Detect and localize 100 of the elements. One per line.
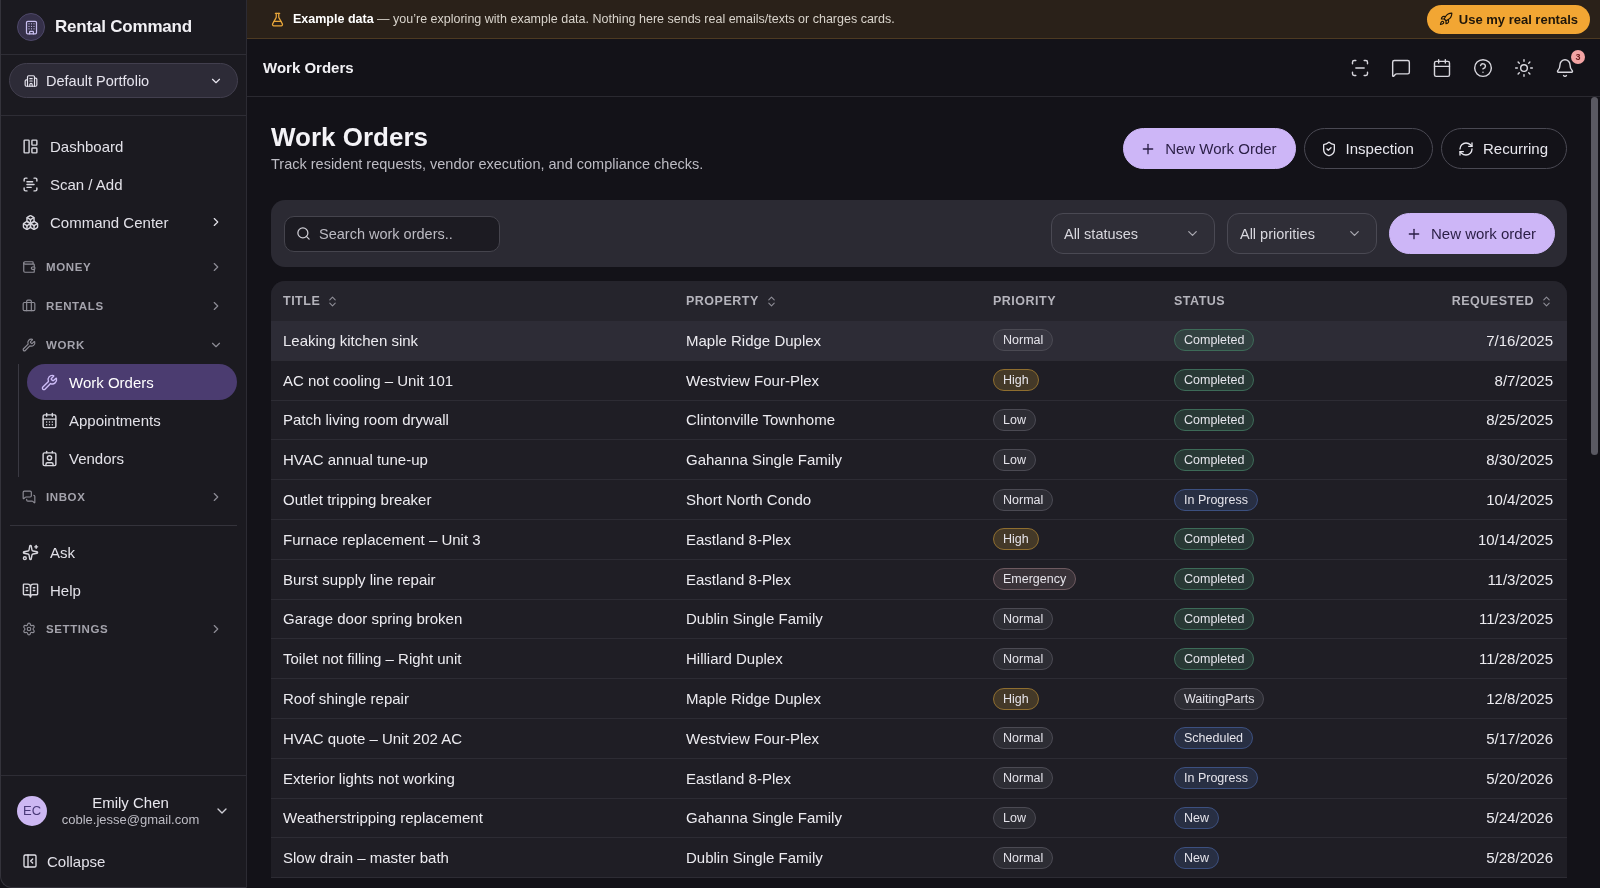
priority-tag: Low <box>993 806 1036 829</box>
nav-section[interactable]: MONEY <box>10 247 237 286</box>
priority-tag: Low <box>993 448 1036 471</box>
page-title: Work Orders <box>271 122 429 152</box>
table-cell: Toilet not filling – Right unit <box>283 650 462 668</box>
column-header: STATUS <box>1174 294 1226 308</box>
nav-item[interactable]: Scan / Add <box>10 165 237 203</box>
priority-tag: Normal <box>993 488 1054 511</box>
status-tag: Completed <box>1174 409 1255 431</box>
nav-section[interactable]: RENTALS <box>10 286 237 325</box>
brand-name: Rental Command <box>55 17 192 37</box>
sort-icon <box>1540 294 1553 308</box>
use-real-rentals-button[interactable]: Use my real rentals <box>1426 4 1590 34</box>
notification-count: 3 <box>1571 49 1585 64</box>
column-header: PRIORITY <box>993 294 1057 308</box>
status-tag: Completed <box>1174 329 1255 352</box>
priority-tag: High <box>993 369 1039 392</box>
nav-section[interactable]: INBOX <box>10 477 237 516</box>
nav-item[interactable]: Appointments <box>27 401 237 439</box>
table-cell: Burst supply line repair <box>283 570 436 588</box>
table-cell: 10/4/2025 <box>1486 491 1553 509</box>
table-cell: AC not cooling – Unit 101 <box>283 371 454 389</box>
user-avatar[interactable]: EC <box>17 795 47 826</box>
calendar-icon[interactable] <box>1432 57 1452 78</box>
portfolio-dropdown[interactable]: Default Portfolio <box>9 63 238 98</box>
status-tag: WaitingParts <box>1174 687 1265 710</box>
nav-item[interactable]: Ask <box>10 533 237 571</box>
table-cell: Furnace replacement – Unit 3 <box>283 530 481 548</box>
table-cell: Dublin Single Family <box>686 610 823 628</box>
table-cell: Gahanna Single Family <box>686 809 842 827</box>
sun-icon[interactable] <box>1514 57 1534 78</box>
column-header[interactable]: PROPERTY <box>686 294 778 308</box>
scan-frame-icon[interactable] <box>1350 57 1370 78</box>
priority-tag: High <box>993 687 1039 710</box>
table-cell: Eastland 8-Plex <box>686 570 792 588</box>
table-cell: 10/14/2025 <box>1477 530 1553 548</box>
table-cell: 8/25/2025 <box>1486 411 1553 429</box>
nav-section[interactable]: SETTINGS <box>10 609 237 648</box>
nav-item[interactable]: Work Orders <box>27 364 237 400</box>
status-tag: Completed <box>1174 528 1255 551</box>
nav-item[interactable]: Dashboard <box>10 127 237 165</box>
table-cell: Slow drain – master bath <box>283 849 449 867</box>
priority-tag: Low <box>993 409 1036 431</box>
book-icon <box>22 581 39 599</box>
table-cell: 8/30/2025 <box>1486 451 1553 469</box>
primary-button[interactable]: New Work Order <box>1123 128 1296 169</box>
nav-section[interactable]: WORK <box>10 325 237 364</box>
priority-tag: Normal <box>993 846 1054 869</box>
table-cell: 7/16/2025 <box>1486 331 1553 349</box>
messages-icon <box>22 489 36 504</box>
nav-item[interactable]: Help <box>10 571 237 609</box>
priority-tag: Normal <box>993 647 1054 670</box>
message-icon[interactable] <box>1391 57 1411 78</box>
primary-button[interactable]: New work order <box>1388 213 1555 254</box>
briefcase-icon <box>22 298 36 313</box>
table-cell: Weatherstripping replacement <box>283 809 483 827</box>
layout-icon <box>22 137 39 155</box>
table-cell: Leaking kitchen sink <box>283 331 419 349</box>
priority-tag: Emergency <box>993 568 1077 591</box>
filter-dropdown[interactable]: All priorities <box>1226 213 1377 254</box>
table-cell: Eastland 8-Plex <box>686 769 792 787</box>
user-email: coble.jesse@gmail.com <box>61 812 200 827</box>
scrollbar-thumb[interactable] <box>1591 97 1598 455</box>
wrench-icon <box>22 337 36 352</box>
table-cell: HVAC annual tune-up <box>283 451 428 469</box>
table-row[interactable]: Leaking kitchen sink Maple Ridge Duplex Normal Completed 7/16/2025 <box>271 321 1567 361</box>
column-header[interactable]: TITLE <box>283 294 340 308</box>
filter-dropdown[interactable]: All statuses <box>1050 213 1215 254</box>
wallet-icon <box>22 259 36 274</box>
nav-item[interactable]: Command Center <box>10 203 237 241</box>
table-cell: 8/7/2025 <box>1494 371 1553 389</box>
status-tag: New <box>1174 806 1219 829</box>
settings-icon <box>22 621 36 636</box>
status-tag: Scheduled <box>1174 727 1254 750</box>
calendar-icon <box>41 411 58 429</box>
contact-card-icon <box>41 449 58 467</box>
user-name: Emily Chen <box>92 794 169 811</box>
table-cell: 5/20/2026 <box>1486 769 1553 787</box>
nav-item[interactable]: Vendors <box>27 439 237 477</box>
table-cell: Short North Condo <box>686 491 812 509</box>
status-tag: Completed <box>1174 448 1255 471</box>
status-tag: Completed <box>1174 607 1255 630</box>
scan-document-icon <box>22 175 39 193</box>
search-field[interactable]: Search work orders.. <box>284 215 500 252</box>
table-cell: Dublin Single Family <box>686 849 823 867</box>
table-cell: HVAC quote – Unit 202 AC <box>283 729 462 747</box>
column-header[interactable]: REQUESTED <box>1451 294 1553 308</box>
table-cell: Garage door spring broken <box>283 610 463 628</box>
notification-bell-icon[interactable] <box>1555 57 1575 78</box>
table-cell: Gahanna Single Family <box>686 451 842 469</box>
priority-tag: Normal <box>993 767 1054 790</box>
table-cell: Westview Four-Plex <box>686 371 820 389</box>
status-tag: In Progress <box>1174 488 1258 511</box>
table-cell: 5/28/2026 <box>1486 849 1553 867</box>
rocket-icon <box>1438 12 1453 26</box>
collapse-button[interactable]: Collapse <box>10 843 237 879</box>
help-icon[interactable] <box>1473 57 1493 78</box>
table-cell: Clintonville Townhome <box>686 411 835 429</box>
flask-icon <box>270 11 285 27</box>
building-icon <box>24 73 38 88</box>
